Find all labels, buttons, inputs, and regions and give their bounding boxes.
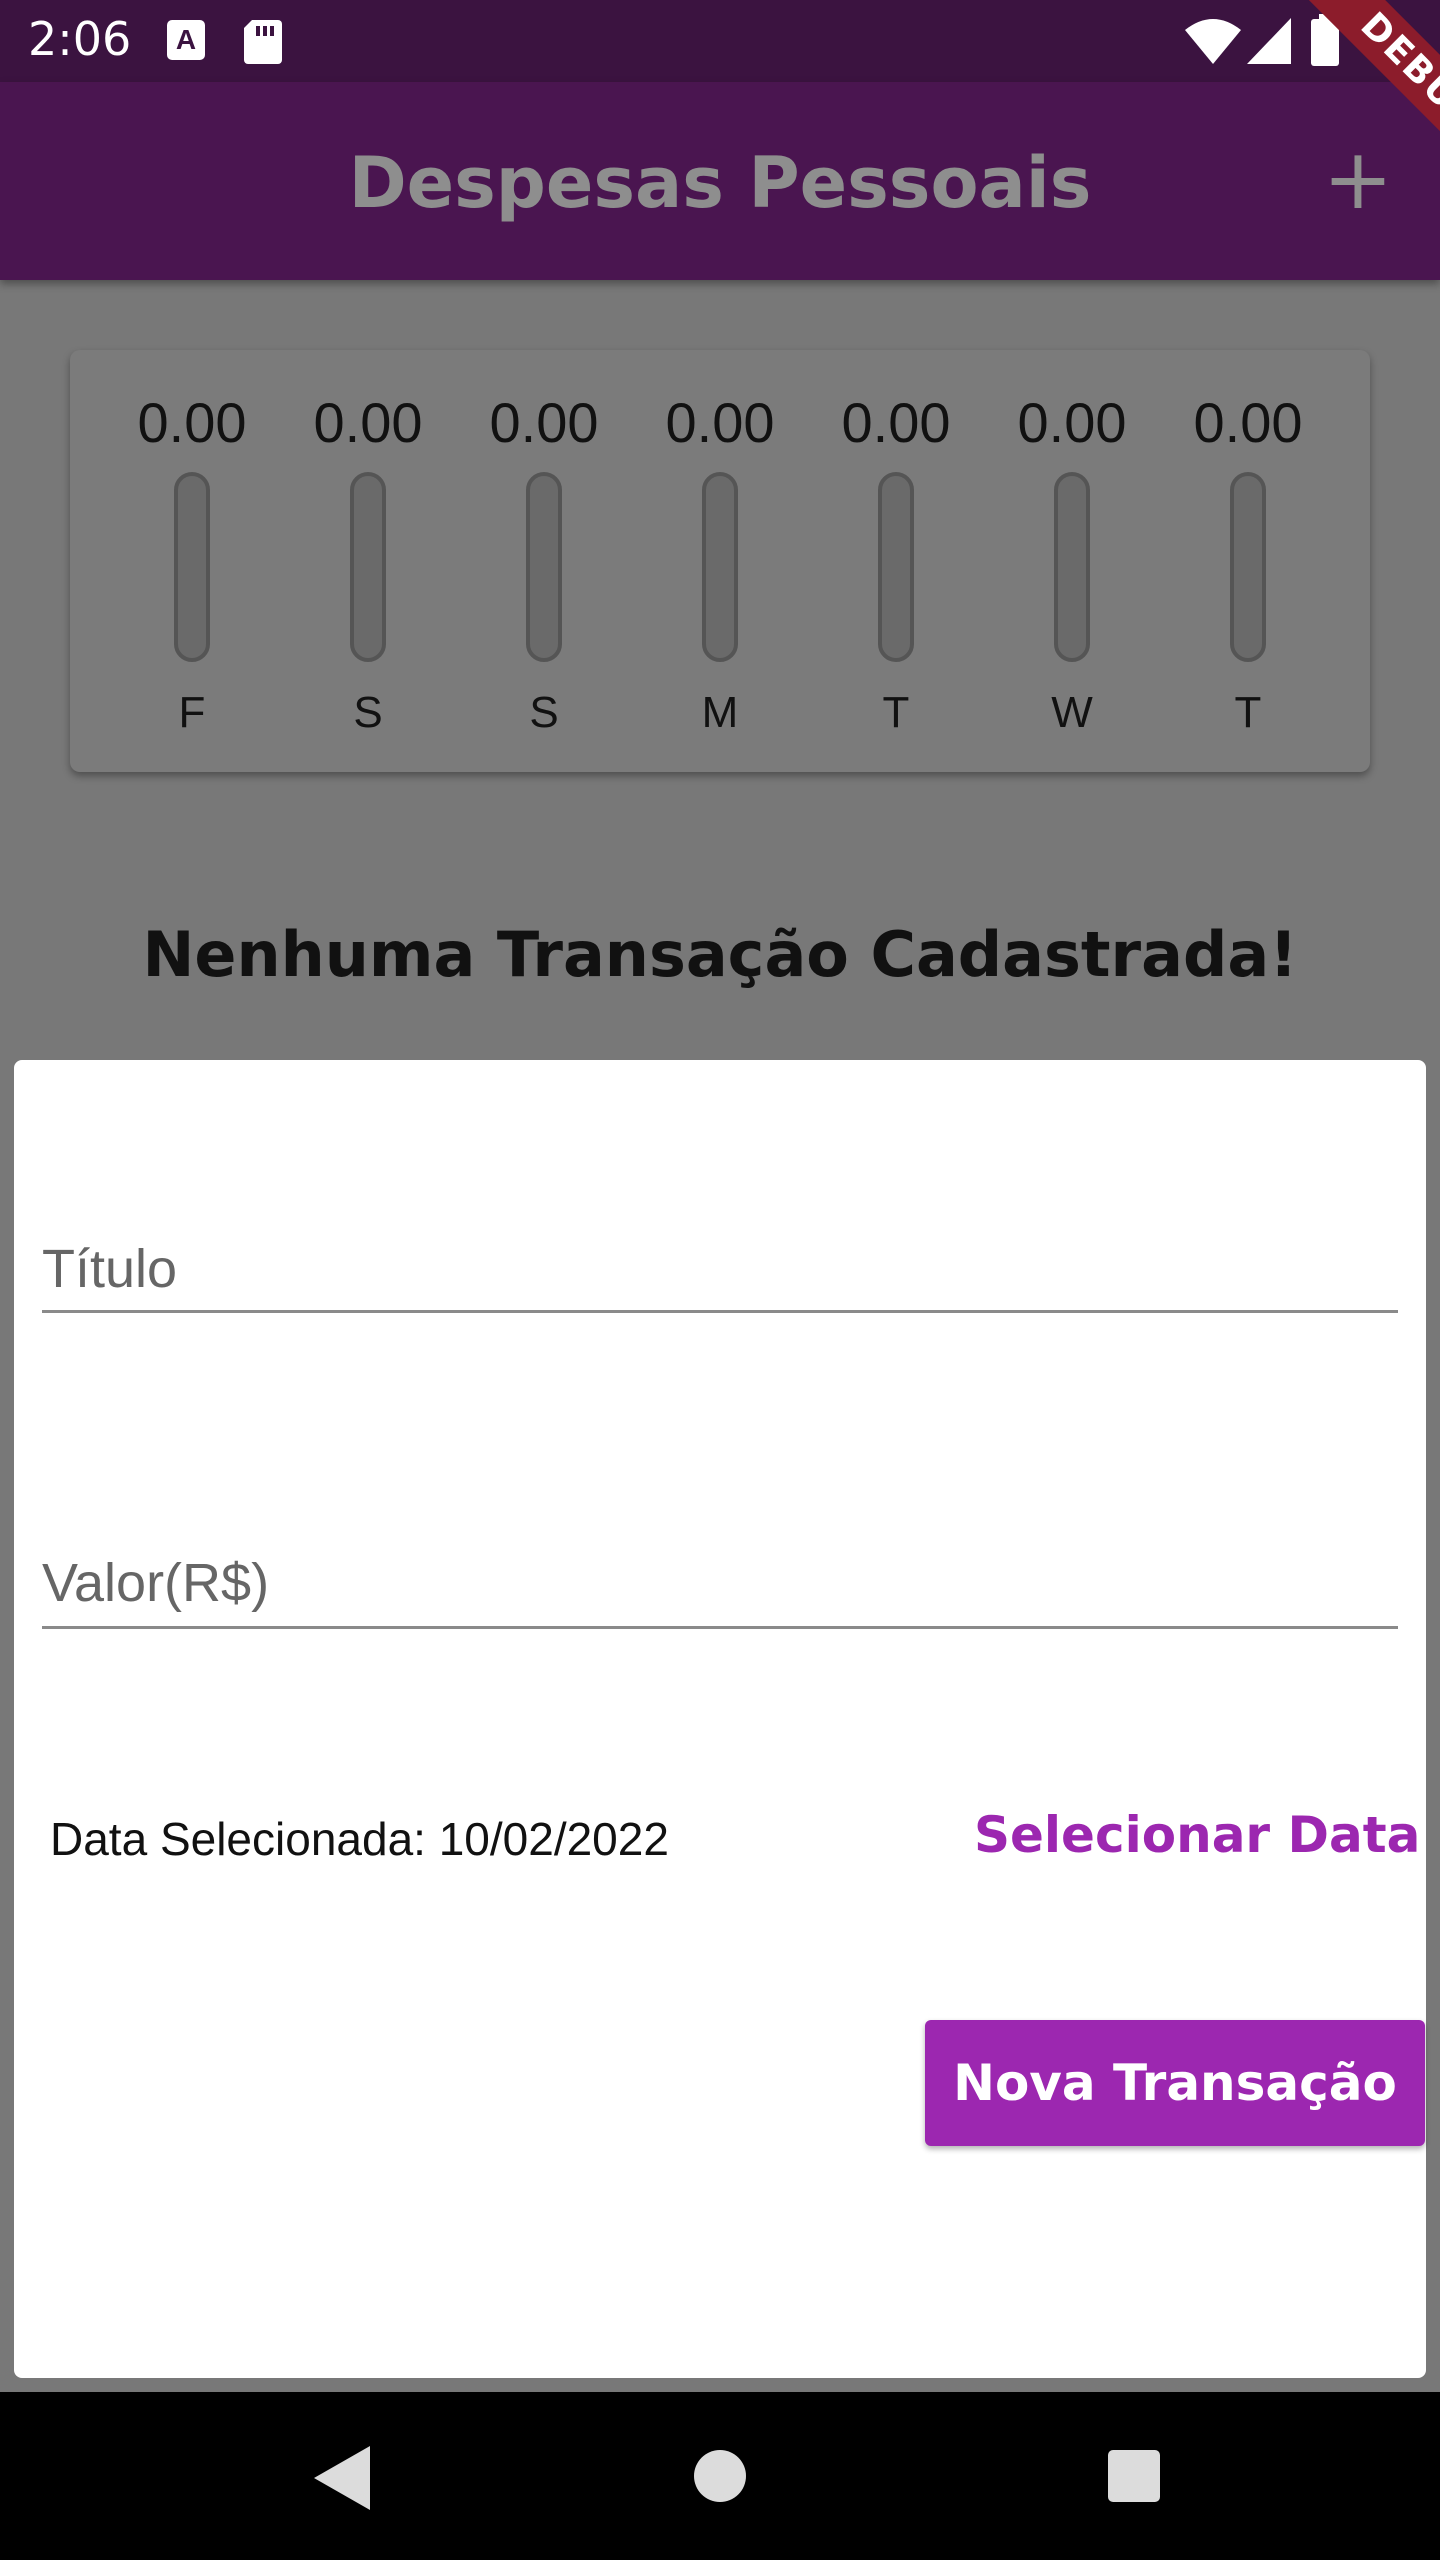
select-date-button[interactable]: Selecionar Data bbox=[974, 1806, 1420, 1864]
chart-value-label: 0.00 bbox=[489, 391, 599, 454]
value-field-label: Valor(R$) bbox=[42, 1553, 270, 1613]
home-icon[interactable] bbox=[694, 2450, 746, 2502]
chart-day-label: T bbox=[882, 688, 910, 737]
chart-value-label: 0.00 bbox=[137, 391, 247, 454]
chart-column: 0.00 M bbox=[640, 350, 800, 772]
app-title: Despesas Pessoais bbox=[348, 142, 1092, 224]
chart-bar-track bbox=[1054, 472, 1090, 662]
chart-column: 0.00 W bbox=[992, 350, 1152, 772]
chart-bar-track bbox=[702, 472, 738, 662]
chart-value-label: 0.00 bbox=[1017, 391, 1127, 454]
title-field[interactable]: Título bbox=[42, 1140, 1398, 1320]
chart-bar-track bbox=[878, 472, 914, 662]
status-time: 2:06 bbox=[28, 12, 132, 66]
status-bar: 2:06 A bbox=[0, 0, 1440, 82]
value-field-underline bbox=[42, 1626, 1398, 1629]
chart-day-label: S bbox=[353, 688, 383, 737]
weekly-chart-card: 0.00 F 0.00 S 0.00 S 0.00 M 0.00 T 0.00 W 0.00 T bbox=[70, 350, 1370, 772]
chart-column: 0.00 F bbox=[112, 350, 272, 772]
value-field[interactable]: Valor(R$) bbox=[42, 1450, 1398, 1630]
wifi-icon bbox=[1185, 18, 1241, 64]
chart-column: 0.00 S bbox=[464, 350, 624, 772]
add-transaction-icon[interactable]: + bbox=[1318, 137, 1398, 222]
app-screen: 2:06 A DEBUG Despesas Pessoais + 0.00 F 0.… bbox=[0, 0, 1440, 2560]
chart-bar-track bbox=[350, 472, 386, 662]
chart-bar-track bbox=[174, 472, 210, 662]
signal-icon bbox=[1247, 18, 1291, 64]
back-icon[interactable] bbox=[314, 2446, 370, 2515]
chart-column: 0.00 T bbox=[1168, 350, 1328, 772]
transaction-form-sheet: Título Valor(R$) Data Selecionada: 10/02… bbox=[14, 1060, 1426, 2378]
sd-card-icon bbox=[244, 20, 282, 64]
app-bar: Despesas Pessoais + bbox=[0, 82, 1440, 280]
chart-value-label: 0.00 bbox=[665, 391, 775, 454]
chart-day-label: W bbox=[1051, 688, 1093, 737]
chart-column: 0.00 T bbox=[816, 350, 976, 772]
empty-transactions-message: Nenhuma Transação Cadastrada! bbox=[142, 918, 1298, 991]
chart-value-label: 0.00 bbox=[313, 391, 423, 454]
recents-icon[interactable] bbox=[1108, 2450, 1160, 2502]
chart-value-label: 0.00 bbox=[1193, 391, 1303, 454]
chart-day-label: T bbox=[1234, 688, 1262, 737]
new-transaction-button[interactable]: Nova Transação bbox=[925, 2020, 1425, 2146]
a-icon: A bbox=[167, 20, 205, 60]
chart-day-label: F bbox=[178, 688, 206, 737]
chart-day-label: S bbox=[529, 688, 559, 737]
title-field-underline bbox=[42, 1310, 1398, 1313]
title-field-label: Título bbox=[42, 1239, 178, 1299]
chart-bar-track bbox=[1230, 472, 1266, 662]
chart-day-label: M bbox=[701, 688, 739, 737]
chart-value-label: 0.00 bbox=[841, 391, 951, 454]
selected-date-text: Data Selecionada: 10/02/2022 bbox=[50, 1813, 669, 1865]
chart-column: 0.00 S bbox=[288, 350, 448, 772]
chart-bar-track bbox=[526, 472, 562, 662]
